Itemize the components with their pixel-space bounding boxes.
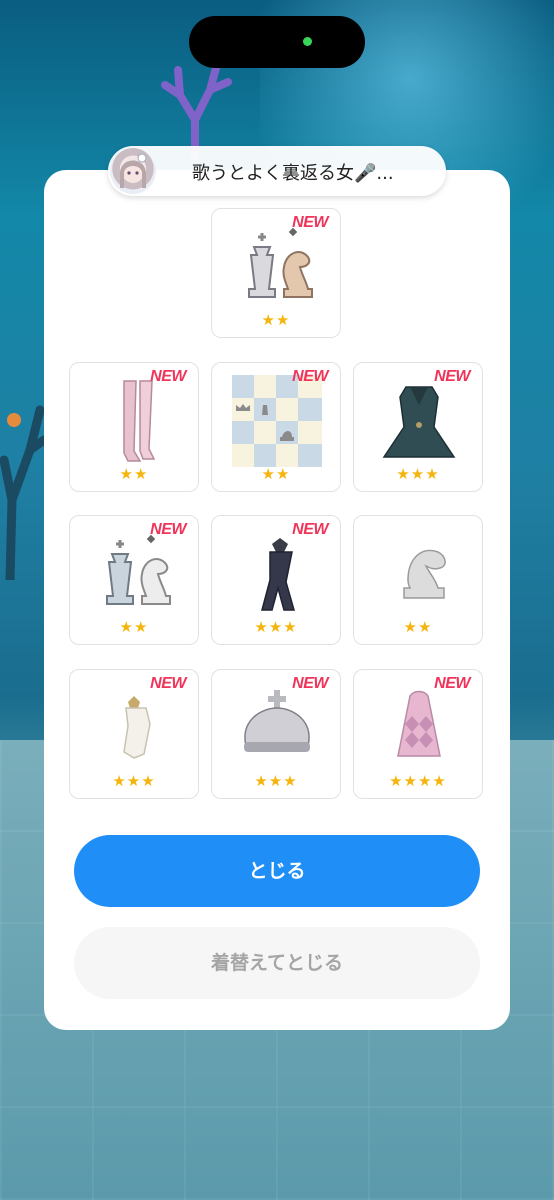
profile-name: 歌うとよく裏返る女🎤... [192,163,394,184]
chess-king-queen-icon [106,534,171,605]
rarity-stars: ★★ [261,465,291,483]
rarity-stars: ★★★ [254,618,298,636]
rarity-stars: ★★ [403,618,433,636]
close-button[interactable]: とじる [74,835,480,907]
avatar [110,148,156,194]
rarity-stars: ★★ [261,311,291,329]
rarity-stars: ★★★★ [389,772,447,790]
reward-card[interactable]: NEW ★★★ [211,515,341,645]
rarity-stars: ★★★ [112,772,156,790]
reward-card[interactable]: NEW ★★★ [353,362,483,492]
reward-card[interactable]: NEW ★★★ [211,669,341,799]
dark-coat-icon [382,386,456,458]
pink-boots-icon [123,380,156,462]
reward-card[interactable]: NEW ★★ [211,208,341,338]
silver-crown-icon [244,690,310,752]
coral-decoration [161,64,232,160]
reward-card[interactable]: NEW ★★ [69,362,199,492]
profile-pill: 歌うとよく裏返る女🎤... [108,146,446,196]
pink-dress-icon [397,690,441,757]
rarity-stars: ★★ [119,465,149,483]
reward-card[interactable]: NEW ★★ [69,515,199,645]
new-badge: NEW [150,521,186,538]
rarity-stars: ★★ [119,618,149,636]
new-badge: NEW [150,675,186,692]
rarity-stars: ★★★ [396,465,440,483]
chessboard-icon [232,375,322,467]
reward-card[interactable]: NEW ★★★ [69,669,199,799]
reward-card[interactable]: NEW ★★ [211,362,341,492]
reward-card[interactable]: ★★ [353,515,483,645]
new-badge: NEW [292,368,328,385]
new-badge: NEW [434,368,470,385]
coral-decoration-left [0,405,48,580]
new-badge: NEW [150,368,186,385]
chess-king-queen-icon [248,227,313,298]
new-badge: NEW [292,675,328,692]
new-badge: NEW [434,675,470,692]
new-badge: NEW [292,214,328,231]
white-hat-icon [123,696,151,759]
dynamic-island [189,16,365,68]
reward-card[interactable]: NEW ★★★★ [353,669,483,799]
chess-knight-icon [403,549,446,599]
change-and-close-button[interactable]: 着替えてとじる [74,927,480,999]
rarity-stars: ★★★ [254,772,298,790]
camera-indicator [303,37,312,46]
dark-scarf-icon [261,538,295,611]
new-badge: NEW [292,521,328,538]
